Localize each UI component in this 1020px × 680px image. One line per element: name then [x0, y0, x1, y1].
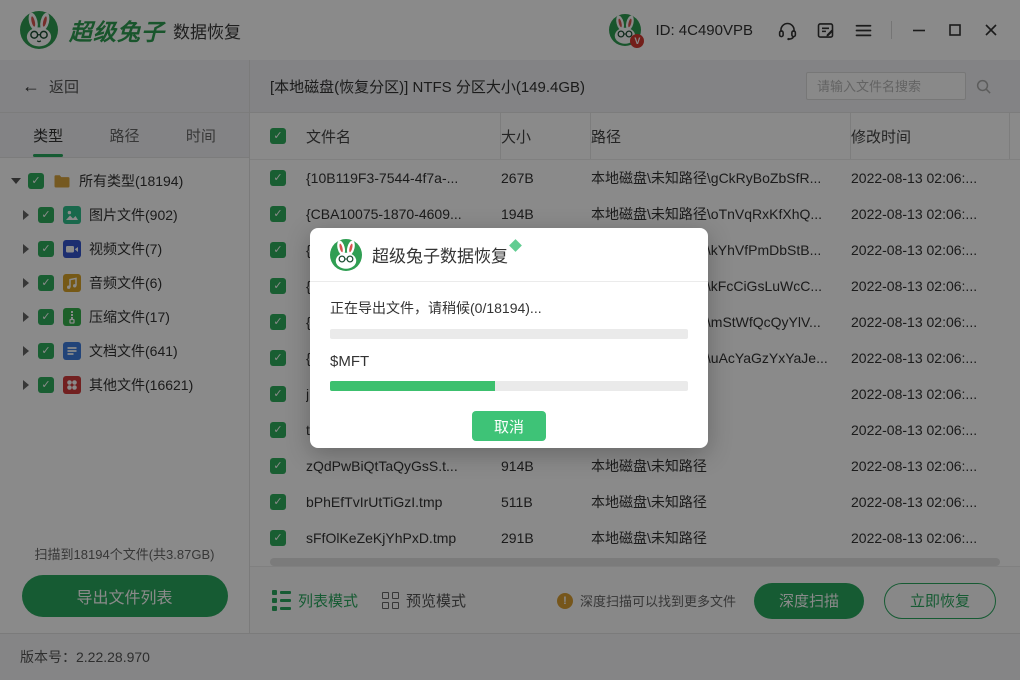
app-window: 超级兔子 数据恢复 V ID: 4C490VPB	[0, 0, 1020, 680]
rabbit-logo-icon	[330, 239, 362, 271]
dialog-title: 超级兔子数据恢复	[372, 242, 508, 267]
file-progress-fill	[330, 381, 495, 391]
dialog-header: 超级兔子数据恢复	[310, 228, 708, 282]
export-progress-dialog: 超级兔子数据恢复 正在导出文件，请稍候(0/18194)... $MFT 取消	[310, 228, 708, 448]
dialog-body: 正在导出文件，请稍候(0/18194)... $MFT 取消	[310, 282, 708, 441]
file-progress-bar	[330, 381, 688, 391]
diamond-accent-icon	[509, 239, 522, 252]
export-status-text: 正在导出文件，请稍候(0/18194)...	[330, 298, 688, 318]
current-file-name: $MFT	[330, 353, 688, 370]
total-progress-bar	[330, 329, 688, 339]
cancel-button[interactable]: 取消	[472, 411, 546, 441]
